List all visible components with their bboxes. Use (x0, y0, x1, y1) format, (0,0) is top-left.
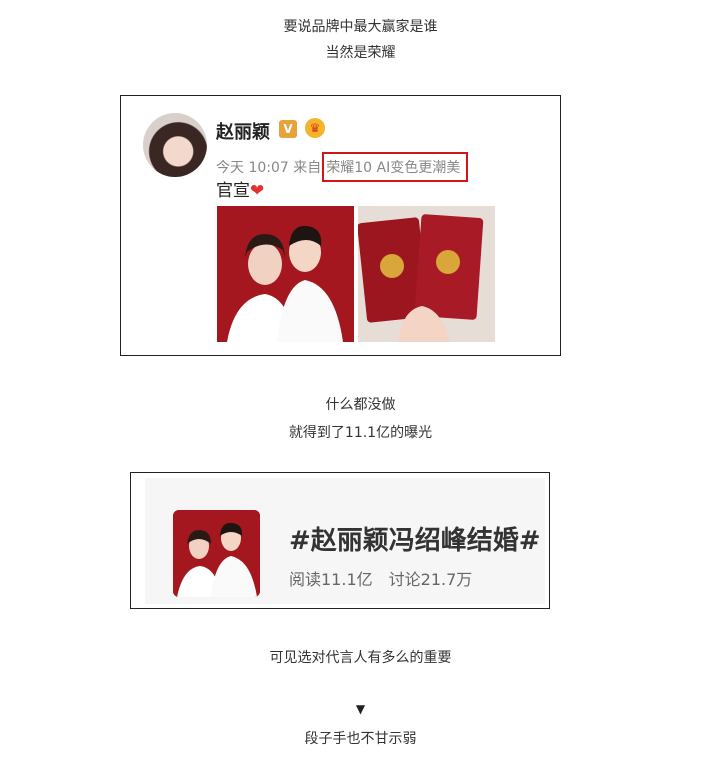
post-time: 今天 10:07 (216, 160, 289, 176)
down-arrow-icon: ▼ (355, 702, 366, 716)
weibo-topic-screenshot: #赵丽颖冯绍峰结婚# 阅读11.1亿 讨论21.7万 (130, 472, 550, 609)
marriage-certificate-photo (358, 206, 495, 342)
caption-line-2: 当然是荣耀 (325, 45, 396, 61)
avatar (143, 113, 207, 177)
topic-stats: 阅读11.1亿 讨论21.7万 (289, 566, 472, 590)
post-text: 官宣❤ (216, 176, 264, 201)
weibo-post-screenshot: 赵丽颖 V ♛ 今天 10:07 来自 荣耀10 AI变色更潮美 官宣❤ (120, 95, 561, 356)
caption-line-6: 段子手也不甘示弱 (304, 731, 417, 747)
discussion-count: 讨论21.7万 (388, 570, 473, 589)
topic-title: #赵丽颖冯绍峰结婚# (289, 526, 541, 556)
verified-badge-icon: V (279, 120, 297, 138)
caption-line-4: 就得到了11.1亿的曝光 (288, 425, 433, 441)
caption-line-1: 要说品牌中最大赢家是谁 (283, 19, 438, 35)
caption-line-3: 什么都没做 (325, 397, 396, 413)
post-source-highlighted: 荣耀10 AI变色更潮美 (322, 152, 469, 182)
wedding-photo (217, 206, 354, 342)
post-text-content: 官宣 (216, 181, 250, 201)
member-crown-icon: ♛ (305, 118, 325, 138)
username: 赵丽颖 (216, 122, 270, 143)
read-count: 阅读11.1亿 (289, 570, 373, 589)
heart-icon: ❤ (250, 181, 265, 201)
topic-thumbnail (173, 510, 260, 597)
from-label: 来自 (293, 160, 322, 176)
caption-line-5: 可见选对代言人有多么的重要 (269, 650, 452, 666)
